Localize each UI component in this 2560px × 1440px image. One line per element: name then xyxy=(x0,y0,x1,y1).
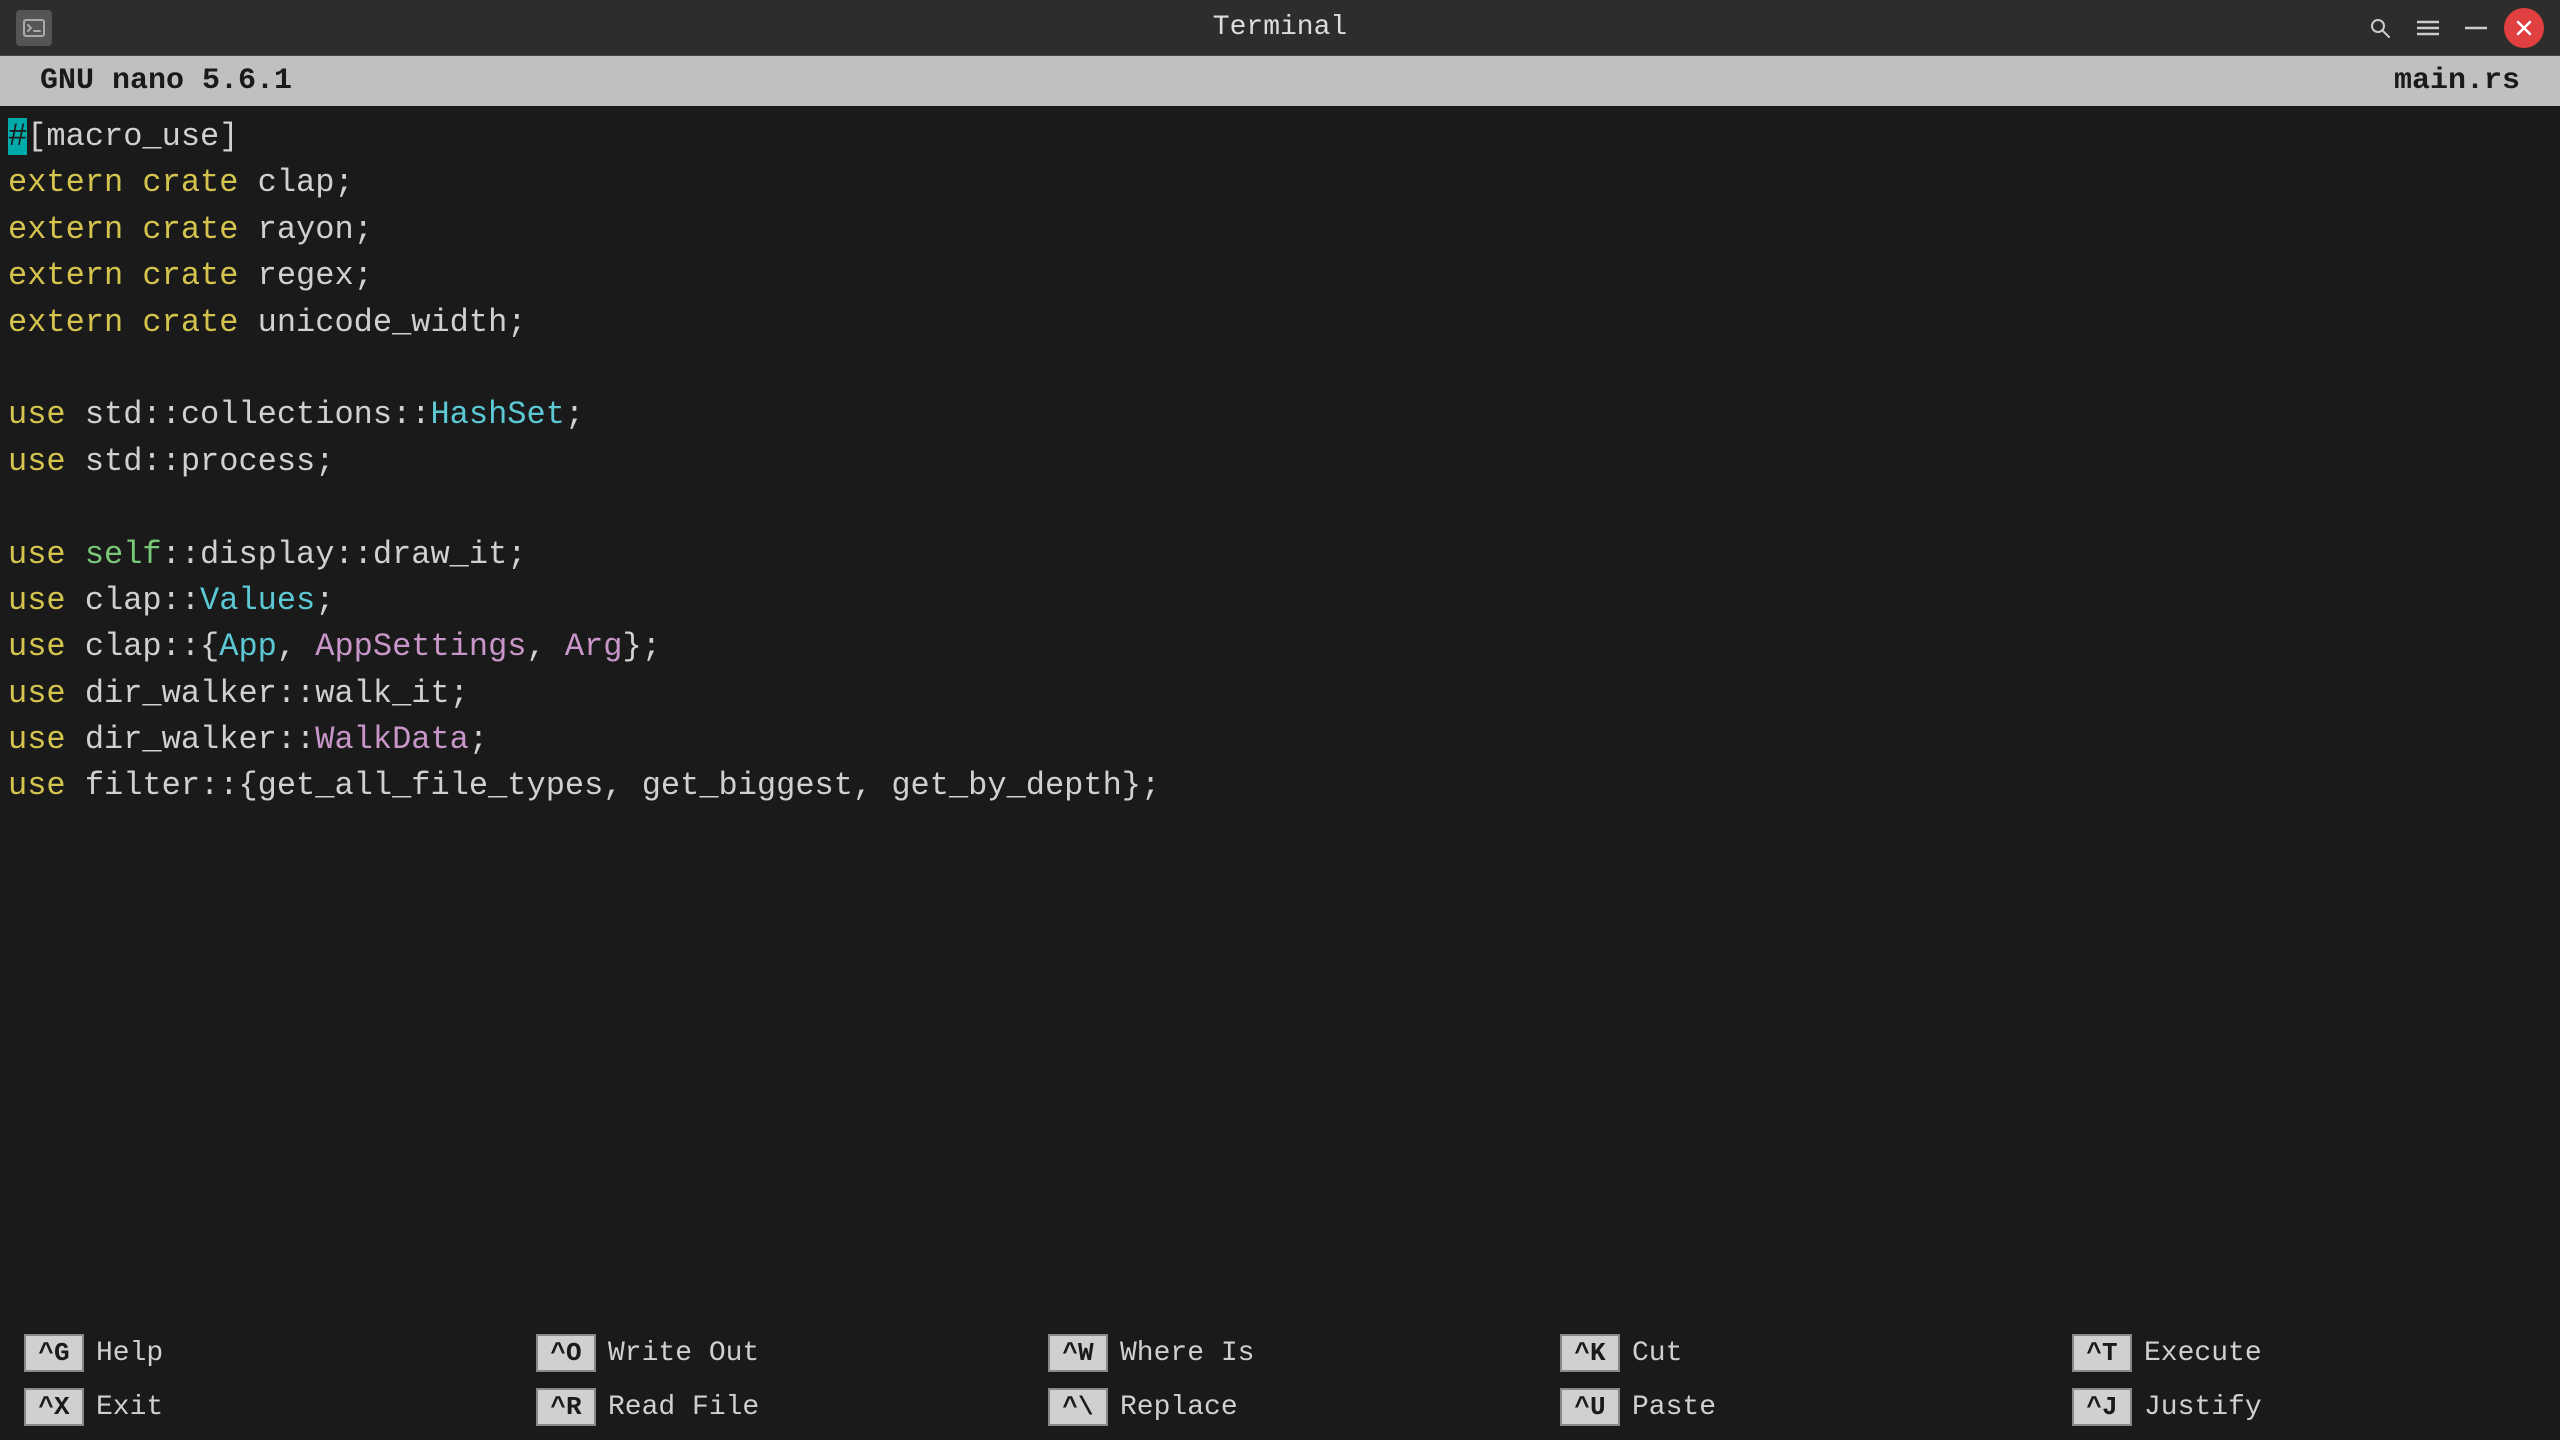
shortcut-execute: ^T Execute xyxy=(2072,1334,2536,1372)
shortcut-group-1: ^G Help ^X Exit xyxy=(0,1320,512,1440)
code-line-4: extern crate regex; xyxy=(0,253,2560,299)
label-replace: Replace xyxy=(1120,1392,1238,1423)
shortcut-replace: ^\ Replace xyxy=(1048,1388,1512,1426)
shortcut-paste: ^U Paste xyxy=(1560,1388,2024,1426)
key-ctrl-g: ^G xyxy=(24,1334,84,1372)
shortcut-whereis: ^W Where Is xyxy=(1048,1334,1512,1372)
code-line-7: use std::collections::HashSet; xyxy=(0,392,2560,438)
code-line-3: extern crate rayon; xyxy=(0,207,2560,253)
code-line-11: use clap::Values; xyxy=(0,578,2560,624)
key-ctrl-t: ^T xyxy=(2072,1334,2132,1372)
shortcut-help: ^G Help xyxy=(24,1334,488,1372)
label-paste: Paste xyxy=(1632,1392,1716,1423)
nano-header: GNU nano 5.6.1 main.rs xyxy=(0,56,2560,106)
minimize-button[interactable] xyxy=(2456,8,2496,48)
key-ctrl-x: ^X xyxy=(24,1388,84,1426)
code-line-6 xyxy=(0,346,2560,392)
key-ctrl-backslash: ^\ xyxy=(1048,1388,1108,1426)
nano-filename: main.rs xyxy=(2394,64,2520,98)
close-button[interactable] xyxy=(2504,8,2544,48)
code-line-10: use self::display::draw_it; xyxy=(0,532,2560,578)
code-line-13: use dir_walker::walk_it; xyxy=(0,671,2560,717)
label-justify: Justify xyxy=(2144,1392,2262,1423)
label-execute: Execute xyxy=(2144,1338,2262,1369)
key-ctrl-o: ^O xyxy=(536,1334,596,1372)
nano-version: GNU nano 5.6.1 xyxy=(40,64,292,98)
code-line-5: extern crate unicode_width; xyxy=(0,300,2560,346)
label-help: Help xyxy=(96,1338,163,1369)
code-line-14: use dir_walker::WalkData; xyxy=(0,717,2560,763)
title-bar-left xyxy=(16,10,52,46)
label-whereis: Where Is xyxy=(1120,1338,1254,1369)
label-writeout: Write Out xyxy=(608,1338,759,1369)
key-ctrl-u: ^U xyxy=(1560,1388,1620,1426)
key-ctrl-r: ^R xyxy=(536,1388,596,1426)
shortcut-group-3: ^W Where Is ^\ Replace xyxy=(1024,1320,1536,1440)
label-exit: Exit xyxy=(96,1392,163,1423)
title-bar-controls xyxy=(2360,8,2544,48)
shortcut-group-2: ^O Write Out ^R Read File xyxy=(512,1320,1024,1440)
app-icon xyxy=(16,10,52,46)
shortcut-group-5: ^T Execute ^J Justify xyxy=(2048,1320,2560,1440)
code-line-15: use filter::{get_all_file_types, get_big… xyxy=(0,763,2560,809)
code-line-12: use clap::{App, AppSettings, Arg}; xyxy=(0,624,2560,670)
label-readfile: Read File xyxy=(608,1392,759,1423)
shortcut-cut: ^K Cut xyxy=(1560,1334,2024,1372)
menu-button[interactable] xyxy=(2408,8,2448,48)
shortcut-exit: ^X Exit xyxy=(24,1388,488,1426)
shortcut-writeout: ^O Write Out xyxy=(536,1334,1000,1372)
title-bar: Terminal xyxy=(0,0,2560,56)
code-line-2: extern crate clap; xyxy=(0,160,2560,206)
shortcut-group-4: ^K Cut ^U Paste xyxy=(1536,1320,2048,1440)
shortcut-readfile: ^R Read File xyxy=(536,1388,1000,1426)
key-ctrl-w: ^W xyxy=(1048,1334,1108,1372)
editor-area: #[macro_use] extern crate clap; extern c… xyxy=(0,106,2560,1320)
window-title: Terminal xyxy=(1213,12,1347,43)
code-line-1: #[macro_use] xyxy=(0,114,2560,160)
cursor: # xyxy=(8,118,27,155)
key-ctrl-j: ^J xyxy=(2072,1388,2132,1426)
code-line-9 xyxy=(0,485,2560,531)
label-cut: Cut xyxy=(1632,1338,1682,1369)
code-line-8: use std::process; xyxy=(0,439,2560,485)
search-button[interactable] xyxy=(2360,8,2400,48)
shortcut-justify: ^J Justify xyxy=(2072,1388,2536,1426)
shortcut-bar: ^G Help ^X Exit ^O Write Out ^R Read Fil… xyxy=(0,1320,2560,1440)
key-ctrl-k: ^K xyxy=(1560,1334,1620,1372)
